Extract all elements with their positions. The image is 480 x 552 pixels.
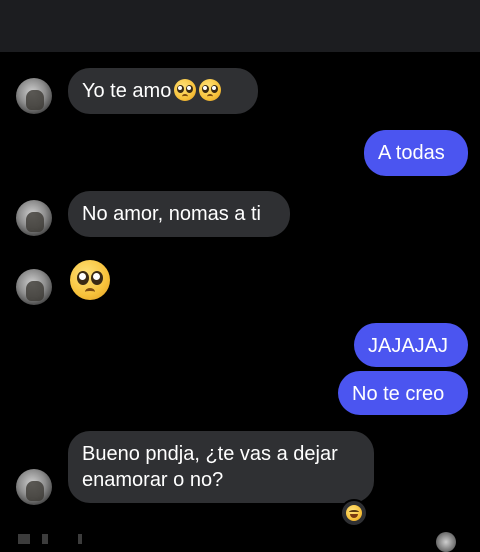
contact-avatar[interactable]: [16, 78, 52, 114]
message-reaction[interactable]: [340, 499, 368, 527]
read-receipt-avatar: [436, 532, 456, 552]
partial-next-row: [18, 534, 98, 544]
message-text: JAJAJAJ: [368, 335, 449, 357]
grinning-squinting-face-emoji-icon: [346, 505, 362, 521]
incoming-message-bubble[interactable]: No amor, nomas a ti: [68, 191, 290, 237]
pleading-face-emoji-icon: [199, 79, 222, 101]
contact-avatar[interactable]: [16, 200, 52, 236]
message-text: A todas: [378, 142, 445, 164]
contact-avatar[interactable]: [16, 269, 52, 305]
chat-header-bar: [0, 0, 480, 52]
pleading-face-emoji-icon: [174, 79, 197, 101]
message-text: No te creo: [352, 383, 445, 405]
incoming-message-bubble[interactable]: Bueno pndja, ¿te vas a dejar enamorar o …: [68, 431, 374, 503]
message-text-line: enamorar o no?: [82, 469, 224, 491]
outgoing-message-bubble[interactable]: JAJAJAJ: [354, 323, 468, 367]
outgoing-message-bubble[interactable]: No te creo: [338, 371, 468, 415]
message-text-line: Bueno pndja, ¿te vas a dejar: [82, 443, 338, 465]
outgoing-message-bubble[interactable]: A todas: [364, 130, 468, 176]
pleading-face-emoji-icon[interactable]: [70, 260, 110, 300]
message-text: No amor, nomas a ti: [82, 203, 261, 225]
incoming-message-bubble[interactable]: Yo te amo: [68, 68, 258, 114]
message-text: Yo te amo: [82, 80, 172, 102]
contact-avatar[interactable]: [16, 469, 52, 505]
